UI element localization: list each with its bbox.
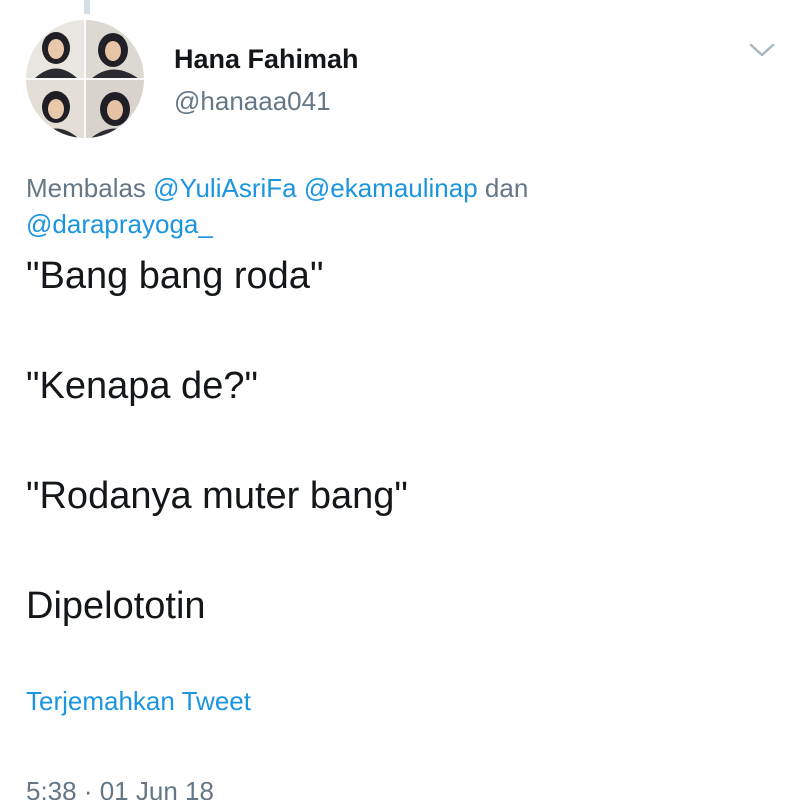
reply-context: Membalas @YuliAsriFa @ekamaulinap dan @d…: [26, 170, 766, 242]
tweet-line: "Rodanya muter bang": [26, 475, 408, 517]
tweet-card: Hana Fahimah @hanaaa041 Membalas @YuliAs…: [0, 0, 800, 800]
translate-tweet-link[interactable]: Terjemahkan Tweet: [26, 686, 251, 717]
author-display-name[interactable]: Hana Fahimah: [174, 44, 359, 75]
chevron-down-icon[interactable]: [748, 40, 776, 60]
avatar-photo-tile: [85, 20, 144, 79]
mention-link[interactable]: @ekamaulinap: [304, 173, 478, 203]
thread-connector-line: [84, 0, 90, 14]
tweet-text: "Bang bang roda" "Kenapa de?" "Rodanya m…: [26, 254, 766, 694]
avatar-photo-tile: [26, 20, 85, 79]
author-handle[interactable]: @hanaaa041: [174, 86, 331, 117]
tweet-line: Dipelototin: [26, 585, 206, 627]
avatar-photo-tile: [85, 79, 144, 138]
avatar-photo-tile: [26, 79, 85, 138]
mention-link[interactable]: @daraprayoga_: [26, 209, 213, 239]
reply-conjunction: dan: [484, 173, 529, 203]
reply-prefix: Membalas: [26, 173, 146, 203]
tweet-line: "Bang bang roda": [26, 255, 324, 297]
tweet-line: "Kenapa de?": [26, 365, 258, 407]
mention-link[interactable]: @YuliAsriFa: [153, 173, 296, 203]
avatar[interactable]: [26, 20, 144, 138]
avatar-divider: [26, 78, 144, 80]
tweet-timestamp[interactable]: 5:38 · 01 Jun 18: [26, 776, 214, 800]
